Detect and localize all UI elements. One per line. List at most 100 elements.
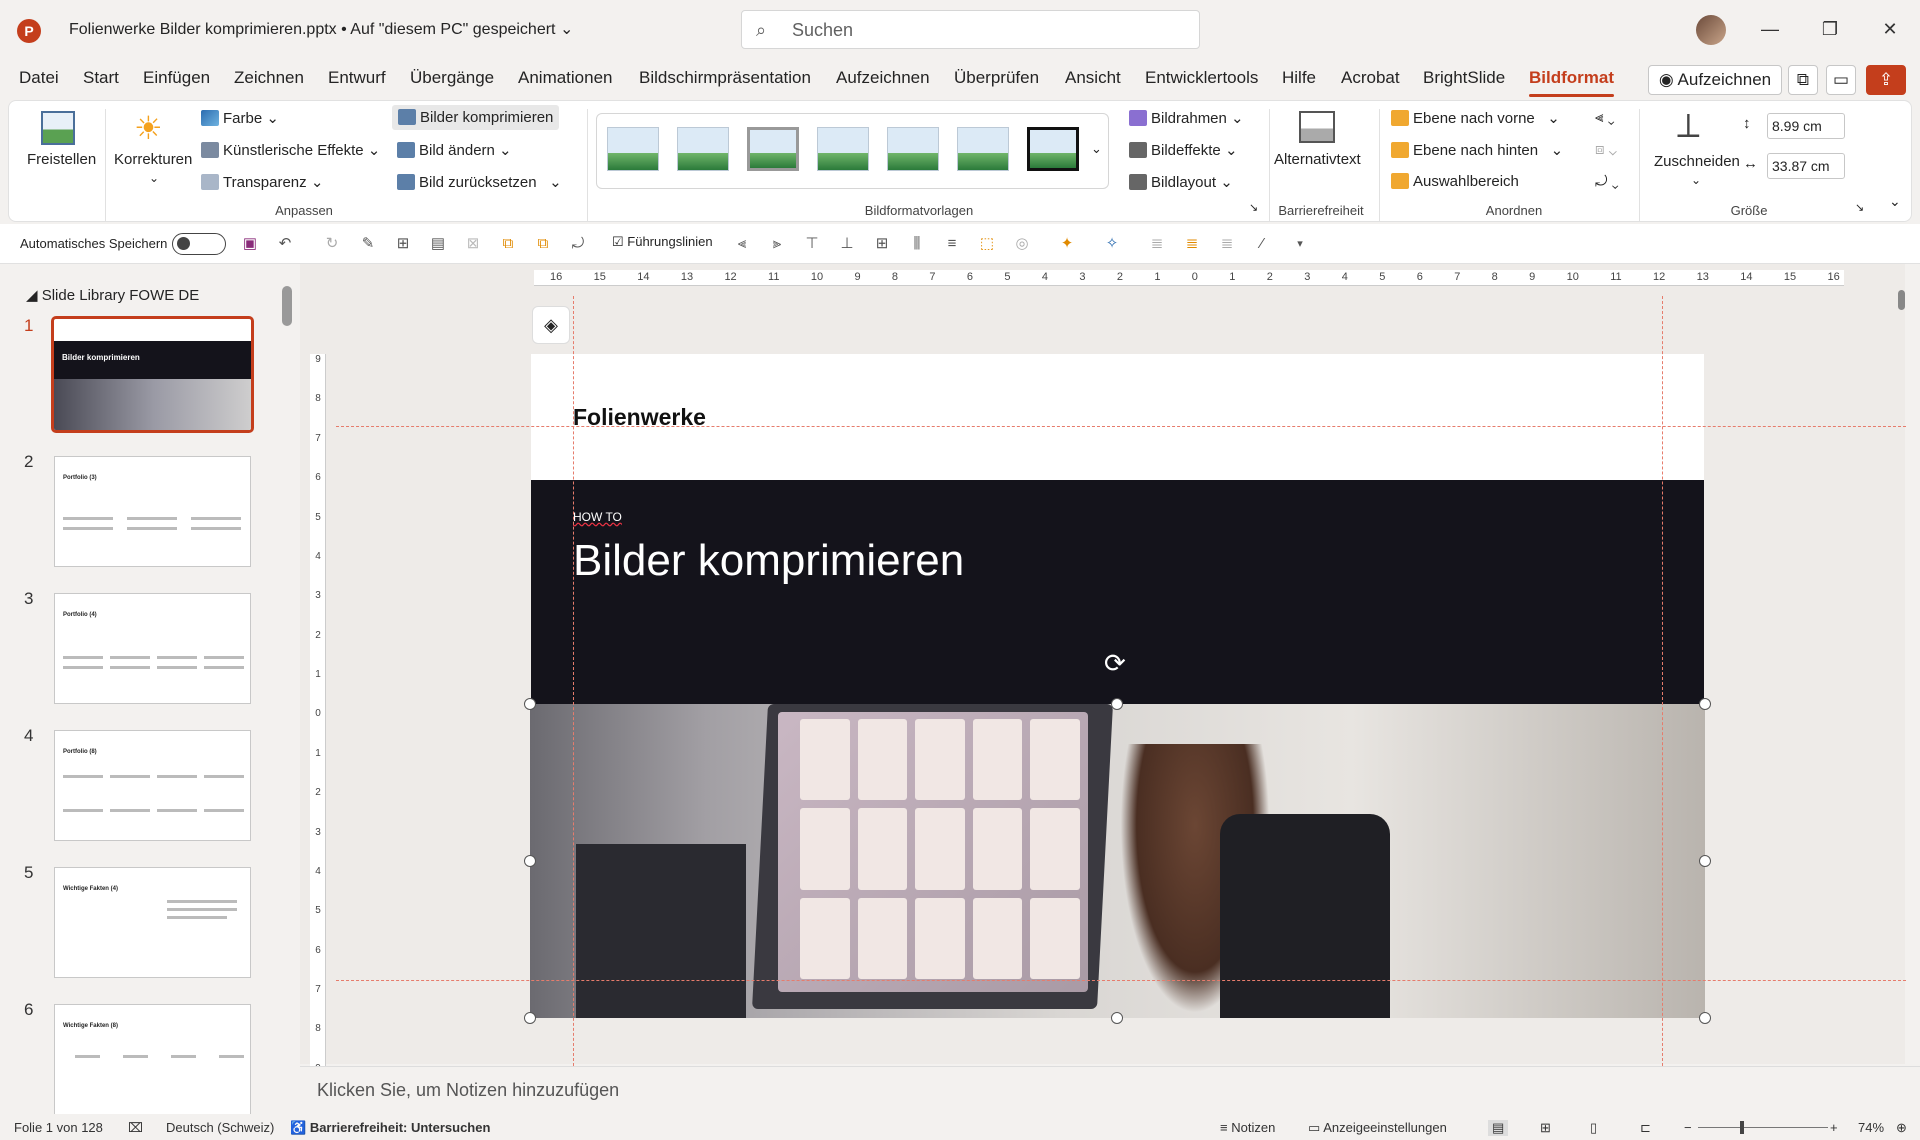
korrekturen-button[interactable]: Korrekturen: [114, 151, 192, 168]
resize-handle[interactable]: [524, 698, 536, 710]
slide-sorter-icon[interactable]: ⊞: [1540, 1120, 1551, 1136]
picture-style-3[interactable]: [747, 127, 799, 171]
toolbar-icon[interactable]: ⊞: [393, 234, 413, 254]
picture-style-7[interactable]: [1027, 127, 1079, 171]
align-bottom-icon[interactable]: ⊥: [837, 234, 857, 254]
tab-entwicklertools[interactable]: Entwicklertools: [1145, 68, 1258, 88]
align-center-icon[interactable]: ⊞: [872, 234, 892, 254]
tab-zeichnen[interactable]: Zeichnen: [234, 68, 304, 88]
tab-animationen[interactable]: Animationen: [518, 68, 613, 88]
slide-thumbnail-3[interactable]: Portfolio (4): [54, 593, 251, 704]
zuschneiden-button[interactable]: Zuschneiden: [1654, 153, 1740, 170]
bilder-komprimieren-button[interactable]: Bilder komprimieren: [392, 105, 560, 130]
scroll-thumb[interactable]: [1898, 290, 1905, 310]
zoom-in-icon[interactable]: +: [1830, 1120, 1838, 1135]
resize-handle[interactable]: [1111, 698, 1123, 710]
transparenz-button[interactable]: Transparenz ⌄: [201, 173, 323, 191]
distribute-icon[interactable]: ⫼: [907, 234, 927, 254]
picture-style-4[interactable]: [817, 127, 869, 171]
slide-kicker[interactable]: HOW TO: [573, 510, 622, 524]
selection-icon[interactable]: ⬚: [977, 234, 997, 254]
bildlayout-button[interactable]: Bildlayout ⌄: [1129, 173, 1233, 191]
align-icon[interactable]: ⫷ ⌄: [1595, 109, 1615, 126]
tab-einfuegen[interactable]: Einfügen: [143, 68, 210, 88]
notes-button[interactable]: ≡ Notizen: [1220, 1120, 1275, 1135]
picture-style-5[interactable]: [887, 127, 939, 171]
restore-icon[interactable]: ❐: [1810, 14, 1850, 44]
picture-style-6[interactable]: [957, 127, 1009, 171]
height-field[interactable]: 8.99 cm: [1767, 113, 1845, 139]
resize-handle[interactable]: [1699, 1012, 1711, 1024]
toolbar-icon[interactable]: ▤: [428, 234, 448, 254]
rotate-handle-icon[interactable]: ⟳: [1104, 648, 1126, 679]
copilot-icon[interactable]: ◈: [532, 306, 570, 344]
dialog-launcher-icon[interactable]: ↘: [1249, 201, 1258, 214]
text-align-icon[interactable]: ≣: [1182, 234, 1202, 254]
format-painter-icon[interactable]: ✎: [358, 234, 378, 254]
tab-uebergaenge[interactable]: Übergänge: [410, 68, 494, 88]
zoom-out-icon[interactable]: −: [1684, 1120, 1692, 1135]
undo-icon[interactable]: ↶: [275, 234, 295, 254]
picture-style-1[interactable]: [607, 127, 659, 171]
record-button[interactable]: ◉ Aufzeichnen: [1648, 65, 1782, 95]
gallery-expand-icon[interactable]: ⌄: [1091, 141, 1102, 157]
slide-thumbnail-4[interactable]: Portfolio (8): [54, 730, 251, 841]
avatar[interactable]: [1696, 15, 1726, 45]
guide-line[interactable]: [336, 426, 1906, 427]
notes-pane[interactable]: Klicken Sie, um Notizen hinzuzufügen: [300, 1066, 1920, 1114]
guide-line[interactable]: [1662, 296, 1663, 1066]
slide-thumbnail-1[interactable]: Bilder komprimieren: [51, 316, 254, 433]
toolbar-icon[interactable]: ⧉: [533, 234, 553, 254]
shape-icon[interactable]: ◎: [1012, 234, 1032, 254]
autosave-toggle[interactable]: [172, 233, 226, 255]
align-right-icon[interactable]: ⫸: [767, 234, 787, 254]
customize-qat-icon[interactable]: ▾: [1290, 234, 1310, 254]
kuenstlerische-effekte-button[interactable]: Künstlerische Effekte ⌄: [201, 141, 380, 159]
tab-start[interactable]: Start: [83, 68, 119, 88]
picture-style-2[interactable]: [677, 127, 729, 171]
resize-handle[interactable]: [524, 1012, 536, 1024]
teams-icon[interactable]: ⧉: [1788, 65, 1818, 95]
resize-handle[interactable]: [1699, 855, 1711, 867]
alternativtext-button[interactable]: Alternativtext: [1274, 151, 1361, 168]
search-box[interactable]: ⌕ Suchen: [741, 10, 1200, 49]
toolbar-icon[interactable]: ⤾: [568, 234, 588, 254]
zoom-slider[interactable]: [1698, 1127, 1828, 1128]
accessibility-status[interactable]: ♿ Barrierefreiheit: Untersuchen: [290, 1120, 490, 1136]
resize-handle[interactable]: [1699, 698, 1711, 710]
resize-handle[interactable]: [524, 855, 536, 867]
width-field[interactable]: 33.87 cm: [1767, 153, 1845, 179]
dialog-launcher-icon[interactable]: ↘: [1855, 201, 1864, 214]
text-align-icon[interactable]: ≣: [1147, 234, 1167, 254]
reading-view-icon[interactable]: ▯: [1590, 1120, 1597, 1136]
comments-icon[interactable]: ▭: [1826, 65, 1856, 95]
bild-zuruecksetzen-button[interactable]: Bild zurücksetzen ⌄: [397, 173, 562, 191]
zoom-thumb[interactable]: [1740, 1121, 1744, 1134]
tab-bildformat[interactable]: Bildformat: [1529, 68, 1614, 97]
spellcheck-icon[interactable]: ⌧: [128, 1120, 143, 1136]
tab-ueberpruefen[interactable]: Überprüfen: [954, 68, 1039, 88]
display-settings-button[interactable]: ▭ Anzeigeeinstellungen: [1308, 1120, 1447, 1136]
resize-handle[interactable]: [1111, 1012, 1123, 1024]
close-icon[interactable]: ✕: [1870, 14, 1910, 44]
guide-line[interactable]: [336, 980, 1906, 981]
slide-title[interactable]: Bilder komprimieren: [573, 536, 964, 586]
align-left-icon[interactable]: ⫷: [732, 234, 752, 254]
farbe-button[interactable]: Farbe ⌄: [201, 109, 279, 127]
tab-ansicht[interactable]: Ansicht: [1065, 68, 1121, 88]
canvas-scrollbar[interactable]: [1898, 270, 1905, 1065]
star-icon[interactable]: ✦: [1057, 234, 1077, 254]
tab-brightslide[interactable]: BrightSlide: [1423, 68, 1505, 88]
fit-slide-icon[interactable]: ⊕: [1896, 1120, 1907, 1136]
tab-entwurf[interactable]: Entwurf: [328, 68, 386, 88]
tab-aufzeichnen[interactable]: Aufzeichnen: [836, 68, 930, 88]
slide-thumbnail-6[interactable]: Wichtige Fakten (8): [54, 1004, 251, 1115]
slide-thumbnail-2[interactable]: Portfolio (3): [54, 456, 251, 567]
auswahlbereich-button[interactable]: Auswahlbereich: [1391, 173, 1519, 190]
redo-icon[interactable]: ↻: [322, 234, 342, 254]
wand-icon[interactable]: ⁄: [1252, 234, 1272, 254]
distribute-icon[interactable]: ≡: [942, 234, 962, 254]
tab-hilfe[interactable]: Hilfe: [1282, 68, 1316, 88]
document-title[interactable]: Folienwerke Bilder komprimieren.pptx • A…: [69, 19, 573, 39]
slideshow-icon[interactable]: ⊏: [1640, 1120, 1651, 1136]
